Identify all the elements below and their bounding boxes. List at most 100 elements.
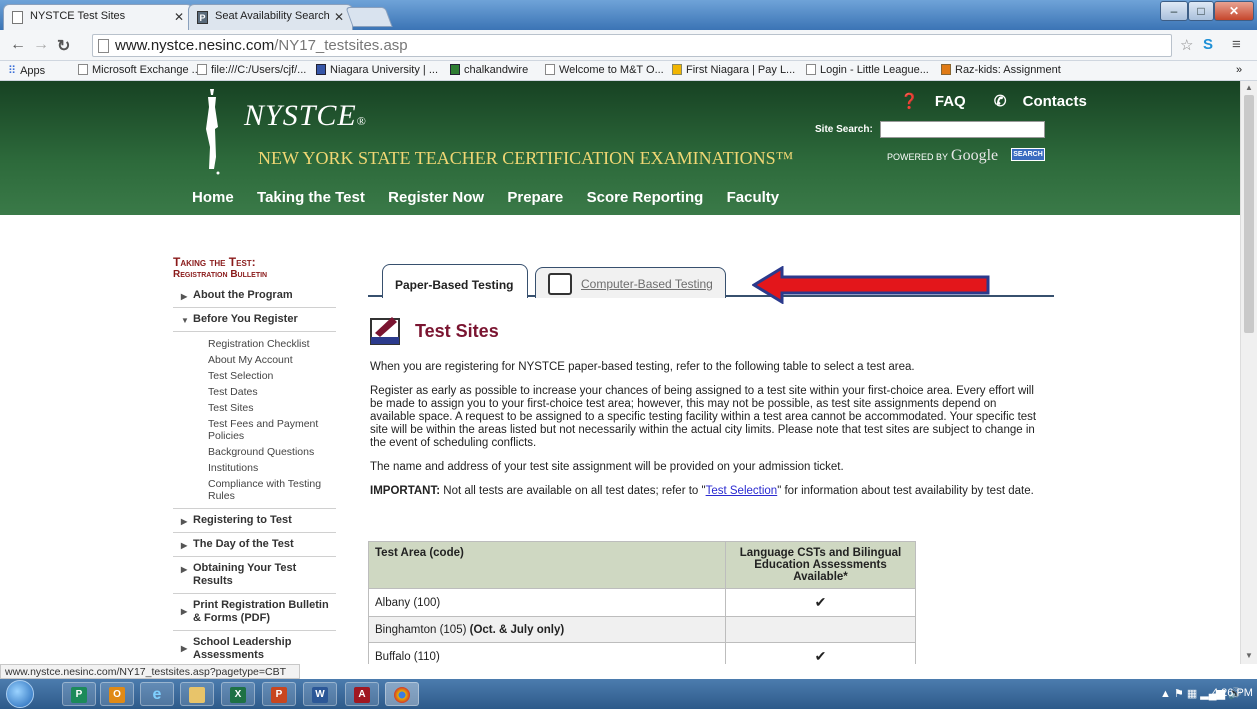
header-links: ❓ FAQ ✆ Contacts bbox=[900, 92, 1111, 110]
page-icon bbox=[545, 64, 555, 75]
sidebar-subitem-registration-checklist[interactable]: Registration Checklist bbox=[173, 336, 336, 352]
reload-icon[interactable]: ↻ bbox=[57, 36, 70, 56]
browser-tab-seat-availability[interactable]: P Seat Availability Search ✕ bbox=[188, 4, 353, 30]
site-logo[interactable]: NYSTCE® bbox=[244, 99, 367, 133]
windows-start-button[interactable] bbox=[6, 680, 34, 708]
column-header-test-area: Test Area (code) bbox=[368, 541, 726, 589]
sidebar-subitem-institutions[interactable]: Institutions bbox=[173, 460, 336, 476]
bookmark-item[interactable]: Microsoft Exchange ... bbox=[78, 64, 201, 76]
taskbar-word-icon[interactable]: W bbox=[303, 682, 337, 706]
bookmark-item[interactable]: chalkandwire bbox=[450, 64, 528, 76]
minimize-button[interactable]: – bbox=[1160, 1, 1188, 21]
bookmark-apps[interactable]: ⠿ Apps bbox=[8, 64, 45, 77]
scroll-down-icon[interactable]: ▼ bbox=[1245, 651, 1253, 660]
taskbar-chrome-icon[interactable] bbox=[385, 682, 419, 706]
sidebar: Taking the Test: Registration Bulletin ▶… bbox=[173, 256, 336, 664]
important-paragraph: IMPORTANT: Not all tests are available o… bbox=[370, 485, 1034, 497]
scroll-up-icon[interactable]: ▲ bbox=[1245, 83, 1253, 92]
table-header-row: Test Area (code) Language CSTs and Bilin… bbox=[368, 541, 916, 589]
new-tab-button[interactable] bbox=[345, 7, 393, 27]
maximize-button[interactable]: □ bbox=[1188, 1, 1214, 21]
bookmarks-overflow-button[interactable]: » bbox=[1236, 64, 1242, 76]
bookmark-item[interactable]: Raz-kids: Assignment bbox=[941, 64, 1061, 76]
page-icon bbox=[197, 64, 207, 75]
red-arrow-annotation bbox=[752, 266, 990, 304]
nav-taking-the-test[interactable]: Taking the Test bbox=[257, 189, 365, 206]
taskbar-clock[interactable]: 4:26 PM bbox=[1212, 687, 1253, 699]
bookmark-favicon-icon bbox=[316, 64, 326, 75]
site-search-input[interactable] bbox=[880, 121, 1045, 138]
bookmark-item[interactable]: file:///C:/Users/cjf/... bbox=[197, 64, 306, 76]
table-row: Albany (100) ✔ bbox=[368, 588, 916, 617]
contacts-link[interactable]: ✆ Contacts bbox=[994, 93, 1099, 110]
page-viewport: NYSTCE® NEW YORK STATE TEACHER CERTIFICA… bbox=[0, 81, 1240, 664]
powered-by-google: POWERED BY Google bbox=[887, 147, 999, 164]
triangle-down-icon: ▼ bbox=[181, 316, 189, 325]
nav-score-reporting[interactable]: Score Reporting bbox=[587, 189, 704, 206]
checkmark-icon: ✔ bbox=[725, 642, 916, 664]
nav-register-now[interactable]: Register Now bbox=[388, 189, 484, 206]
tab-paper-based-testing[interactable]: Paper-Based Testing bbox=[382, 264, 528, 298]
sidebar-item-day-of-the-test[interactable]: ▶ The Day of the Test bbox=[173, 533, 336, 557]
taskbar-excel-icon[interactable]: X bbox=[221, 682, 255, 706]
scrollbar-thumb[interactable] bbox=[1244, 95, 1254, 333]
sidebar-item-registering-to-test[interactable]: ▶ Registering to Test bbox=[173, 509, 336, 533]
sidebar-item-print-bulletin[interactable]: ▶ Print Registration Bulletin & Forms (PD… bbox=[173, 594, 336, 631]
table-cell-area: Buffalo (110) bbox=[368, 642, 726, 664]
faq-link[interactable]: ❓ FAQ bbox=[900, 93, 978, 110]
table-row: Binghamton (105) (Oct. & July only) bbox=[368, 616, 916, 643]
bookmark-item[interactable]: Niagara University | ... bbox=[316, 64, 438, 76]
close-window-button[interactable]: ✕ bbox=[1214, 1, 1254, 21]
taskbar-internet-explorer-icon[interactable]: e bbox=[140, 682, 174, 706]
table-cell-area: Binghamton (105) (Oct. & July only) bbox=[368, 616, 726, 643]
bookmark-item[interactable]: Login - Little League... bbox=[806, 64, 929, 76]
sidebar-subitem-about-my-account[interactable]: About My Account bbox=[173, 352, 336, 368]
star-icon[interactable]: ☆ bbox=[1180, 36, 1193, 54]
triangle-right-icon: ▶ bbox=[181, 607, 188, 616]
nav-prepare[interactable]: Prepare bbox=[507, 189, 563, 206]
bookmark-item[interactable]: Welcome to M&T O... bbox=[545, 64, 664, 76]
sidebar-subitem-test-dates[interactable]: Test Dates bbox=[173, 384, 336, 400]
bookmark-favicon-icon bbox=[450, 64, 460, 75]
site-header-banner: NYSTCE® NEW YORK STATE TEACHER CERTIFICA… bbox=[0, 81, 1240, 215]
page-icon bbox=[98, 39, 109, 53]
forward-icon[interactable]: → bbox=[33, 36, 49, 54]
taskbar-publisher-icon[interactable]: P bbox=[62, 682, 96, 706]
browser-tab-nystce[interactable]: NYSTCE Test Sites ✕ bbox=[3, 4, 193, 30]
table-row: Buffalo (110) ✔ bbox=[368, 642, 916, 664]
admission-ticket-paragraph: The name and address of your test site a… bbox=[370, 461, 844, 473]
back-icon[interactable]: ← bbox=[10, 36, 26, 54]
table-cell-empty bbox=[725, 616, 916, 643]
sidebar-item-school-leadership[interactable]: ▶ School Leadership Assessments bbox=[173, 631, 336, 664]
sidebar-subitem-test-selection[interactable]: Test Selection bbox=[173, 368, 336, 384]
bookmark-item[interactable]: First Niagara | Pay L... bbox=[672, 64, 795, 76]
sidebar-item-about-the-program[interactable]: ▶ About the Program bbox=[173, 284, 336, 308]
sidebar-subitem-background-questions[interactable]: Background Questions bbox=[173, 444, 336, 460]
skype-icon[interactable]: S bbox=[1203, 36, 1213, 53]
nav-faculty[interactable]: Faculty bbox=[727, 189, 780, 206]
statue-logo-icon bbox=[206, 89, 220, 175]
menu-icon[interactable]: ≡ bbox=[1232, 36, 1241, 53]
taskbar-powerpoint-icon[interactable]: P bbox=[262, 682, 296, 706]
test-selection-link[interactable]: Test Selection bbox=[706, 485, 778, 497]
taskbar-acrobat-icon[interactable]: A bbox=[345, 682, 379, 706]
close-icon[interactable]: ✕ bbox=[174, 10, 184, 24]
url-input[interactable]: www.nystce.nesinc.com/NY17_testsites.asp bbox=[92, 34, 1172, 57]
search-button[interactable]: SEARCH bbox=[1011, 148, 1045, 161]
page-scrollbar[interactable]: ▲ ▼ bbox=[1240, 81, 1257, 664]
nav-home[interactable]: Home bbox=[192, 189, 234, 206]
main-nav: Home Taking the Test Register Now Prepar… bbox=[192, 189, 799, 206]
sidebar-item-before-you-register[interactable]: ▼ Before You Register bbox=[173, 308, 336, 331]
triangle-right-icon: ▶ bbox=[181, 517, 188, 526]
sidebar-subitem-compliance[interactable]: Compliance with Testing Rules bbox=[173, 476, 336, 504]
sidebar-item-obtaining-results[interactable]: ▶ Obtaining Your Test Results bbox=[173, 557, 336, 594]
taskbar-outlook-icon[interactable]: O bbox=[100, 682, 134, 706]
sidebar-subitem-test-sites[interactable]: Test Sites bbox=[173, 400, 336, 416]
sidebar-subitem-test-fees[interactable]: Test Fees and Payment Policies bbox=[173, 416, 336, 444]
close-icon[interactable]: ✕ bbox=[334, 10, 344, 24]
tab-computer-based-testing[interactable]: Computer-Based Testing bbox=[535, 267, 726, 298]
page-icon bbox=[806, 64, 816, 75]
address-bar-row: ← → ↻ www.nystce.nesinc.com/NY17_testsit… bbox=[0, 30, 1257, 61]
taskbar-file-explorer-icon[interactable] bbox=[180, 682, 214, 706]
sidebar-subitems: Registration Checklist About My Account … bbox=[173, 331, 336, 509]
